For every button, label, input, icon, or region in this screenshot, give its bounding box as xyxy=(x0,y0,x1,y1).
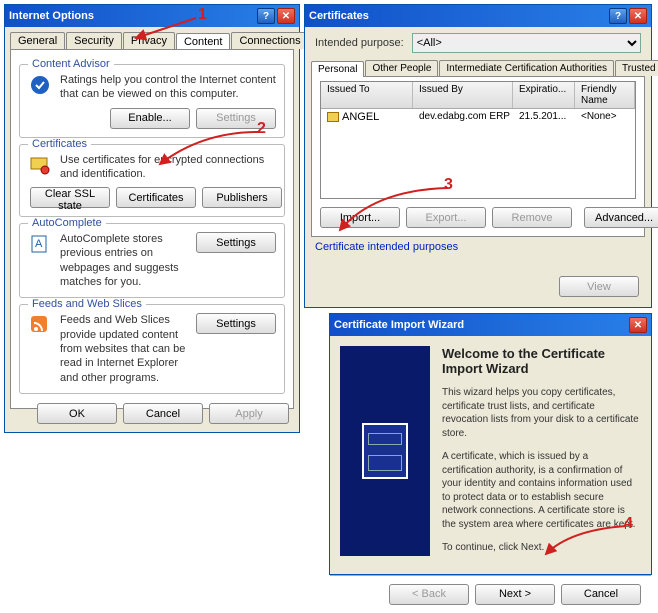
internet-options-titlebar: Internet Options ? ✕ xyxy=(5,5,299,27)
export-button: Export... xyxy=(406,207,486,228)
certificates-title: Certificates xyxy=(309,10,607,22)
content-advisor-group: Content Advisor Ratings help you control… xyxy=(19,64,285,138)
import-button[interactable]: Import... xyxy=(320,207,400,228)
apply-button: Apply xyxy=(209,403,289,424)
col-issued-to[interactable]: Issued To xyxy=(321,82,413,108)
cert-listview[interactable]: Issued To Issued By Expiratio... Friendl… xyxy=(320,81,636,199)
tab-privacy[interactable]: Privacy xyxy=(123,32,175,49)
close-button[interactable]: ✕ xyxy=(629,317,647,333)
certificates-legend: Certificates xyxy=(28,138,91,150)
cancel-button[interactable]: Cancel xyxy=(123,403,203,424)
feeds-icon xyxy=(28,313,52,337)
col-friendly[interactable]: Friendly Name xyxy=(575,82,635,108)
help-button[interactable]: ? xyxy=(609,8,627,24)
wizard-text: Welcome to the Certificate Import Wizard… xyxy=(442,346,641,565)
cert-tab-other[interactable]: Other People xyxy=(365,60,438,76)
next-button[interactable]: Next > xyxy=(475,584,555,605)
ok-button[interactable]: OK xyxy=(37,403,117,424)
internet-options-title: Internet Options xyxy=(9,10,255,22)
certificates-text: Use certificates for encrypted connectio… xyxy=(60,153,276,182)
feeds-group: Feeds and Web Slices Feeds and Web Slice… xyxy=(19,304,285,393)
back-button: < Back xyxy=(389,584,469,605)
autocomplete-group: AutoComplete A AutoComplete stores previ… xyxy=(19,223,285,298)
help-button[interactable]: ? xyxy=(257,8,275,24)
cert-tab-personal[interactable]: Personal xyxy=(311,61,364,77)
internet-options-window: Internet Options ? ✕ General Security Pr… xyxy=(4,4,300,433)
svg-text:A: A xyxy=(35,238,43,250)
wizard-p1: This wizard helps you copy certificates,… xyxy=(442,386,641,440)
certificates-titlebar: Certificates ? ✕ xyxy=(305,5,651,27)
certificates-window: Certificates ? ✕ Intended purpose: <All>… xyxy=(304,4,652,308)
wizard-titlebar: Certificate Import Wizard ✕ xyxy=(330,314,651,336)
cert-buttonbar: Import... Export... Remove Advanced... xyxy=(312,199,644,236)
tab-security[interactable]: Security xyxy=(66,32,122,49)
io-tabstrip: General Security Privacy Content Connect… xyxy=(5,27,299,49)
intended-purposes-label: Certificate intended purposes xyxy=(305,237,651,257)
certificate-icon xyxy=(28,153,52,177)
remove-button: Remove xyxy=(492,207,572,228)
view-button: View xyxy=(559,276,639,297)
wizard-body: Welcome to the Certificate Import Wizard… xyxy=(330,336,651,575)
cert-tab-body: Issued To Issued By Expiratio... Friendl… xyxy=(311,76,645,237)
ca-settings-button: Settings xyxy=(196,108,276,129)
publishers-button[interactable]: Publishers xyxy=(202,187,282,208)
feeds-settings-button[interactable]: Settings xyxy=(196,313,276,334)
tab-general[interactable]: General xyxy=(10,32,65,49)
wizard-cancel-button[interactable]: Cancel xyxy=(561,584,641,605)
content-advisor-text: Ratings help you control the Internet co… xyxy=(60,73,276,102)
content-advisor-legend: Content Advisor xyxy=(28,58,114,70)
certificates-group: Certificates Use certificates for encryp… xyxy=(19,144,285,218)
ac-settings-button[interactable]: Settings xyxy=(196,232,276,253)
io-footer: OK Cancel Apply xyxy=(37,403,289,424)
feeds-legend: Feeds and Web Slices xyxy=(28,298,146,310)
close-button[interactable]: ✕ xyxy=(629,8,647,24)
certificate-glyph-icon xyxy=(362,423,408,479)
wizard-p3: To continue, click Next. xyxy=(442,541,641,555)
cell-friendly: <None> xyxy=(575,110,635,124)
clear-ssl-button[interactable]: Clear SSL state xyxy=(30,187,110,208)
col-issued-by[interactable]: Issued By xyxy=(413,82,513,108)
close-button[interactable]: ✕ xyxy=(277,8,295,24)
purpose-row: Intended purpose: <All> xyxy=(305,27,651,57)
purpose-label: Intended purpose: xyxy=(315,37,404,49)
wizard-window: Certificate Import Wizard ✕ Welcome to t… xyxy=(329,313,652,575)
autocomplete-icon: A xyxy=(28,232,52,256)
autocomplete-text: AutoComplete stores previous entries on … xyxy=(60,232,188,289)
wizard-graphic xyxy=(340,346,430,556)
purpose-select[interactable]: <All> xyxy=(412,33,641,53)
cert-tab-intermediate[interactable]: Intermediate Certification Authorities xyxy=(439,60,614,76)
tab-content[interactable]: Content xyxy=(176,33,231,50)
content-advisor-icon xyxy=(28,73,52,97)
col-expiration[interactable]: Expiratio... xyxy=(513,82,575,108)
tab-connections[interactable]: Connections xyxy=(231,32,308,49)
cell-issued-to: ANGEL xyxy=(342,111,379,123)
enable-button[interactable]: Enable... xyxy=(110,108,190,129)
wizard-footer: < Back Next > Cancel xyxy=(330,575,651,613)
wizard-title: Certificate Import Wizard xyxy=(334,319,627,331)
io-tab-body: Content Advisor Ratings help you control… xyxy=(10,49,294,409)
feeds-text: Feeds and Web Slices provide updated con… xyxy=(60,313,188,384)
certificate-item-icon xyxy=(327,112,339,122)
wizard-heading: Welcome to the Certificate Import Wizard xyxy=(442,346,641,376)
cell-issued-by: dev.edabg.com ERP ... xyxy=(413,110,513,124)
cert-tabstrip: Personal Other People Intermediate Certi… xyxy=(305,57,651,76)
cert-row[interactable]: ANGEL dev.edabg.com ERP ... 21.5.201... … xyxy=(321,109,635,125)
cert-tab-trusted[interactable]: Trusted Root Certificatior xyxy=(615,60,658,76)
cert-advanced-button[interactable]: Advanced... xyxy=(584,207,658,228)
certificates-button[interactable]: Certificates xyxy=(116,187,196,208)
wizard-p2: A certificate, which is issued by a cert… xyxy=(442,450,641,531)
cell-expiration: 21.5.201... xyxy=(513,110,575,124)
cert-listview-header: Issued To Issued By Expiratio... Friendl… xyxy=(321,82,635,109)
autocomplete-legend: AutoComplete xyxy=(28,217,106,229)
